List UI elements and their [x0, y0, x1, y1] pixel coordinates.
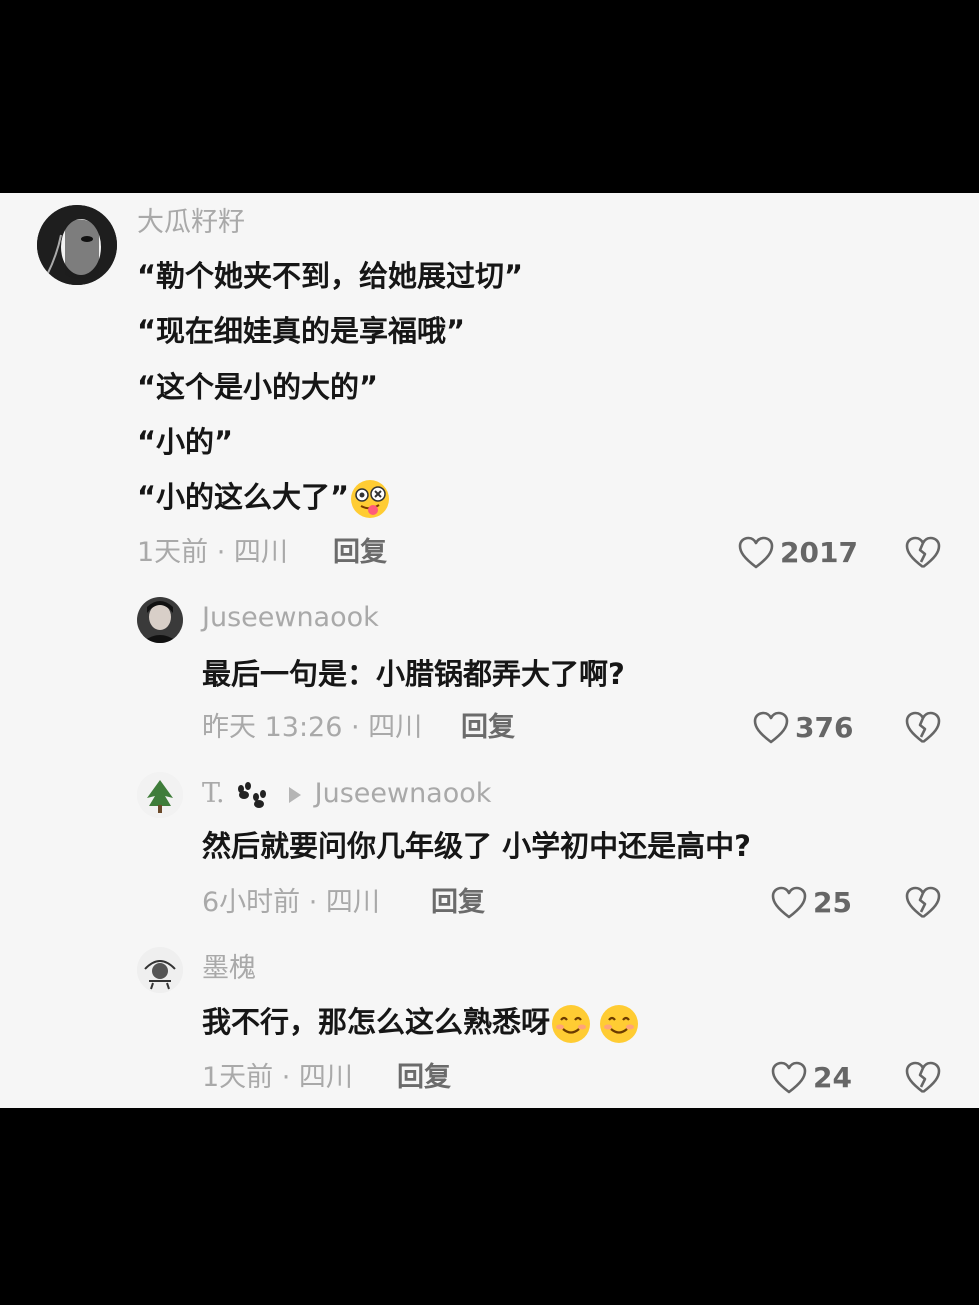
avatar[interactable]: [137, 947, 183, 993]
heart-icon: [771, 886, 807, 919]
broken-heart-icon[interactable]: [905, 1061, 941, 1095]
comment-meta: 昨天 13:26 · 四川: [202, 712, 423, 743]
comment-text: “小的这么大了”: [137, 480, 350, 514]
like-count: 24: [813, 1061, 852, 1094]
reply-button[interactable]: 回复: [461, 711, 515, 745]
heart-icon: [771, 1061, 807, 1094]
smiling-emoji-icon: [552, 1005, 591, 1043]
avatar[interactable]: [137, 597, 183, 643]
comment-text-line: 然后就要问你几年级了 小学初中还是高中?: [202, 829, 751, 863]
heart-icon: [753, 711, 789, 744]
comment-text-line: “勒个她夹不到，给她展过切”: [137, 259, 524, 293]
like-button[interactable]: 2017: [738, 536, 858, 570]
comment-meta: 6小时前 · 四川: [202, 887, 380, 918]
reply-button[interactable]: 回复: [431, 886, 485, 920]
comment-text: 我不行，那怎么这么熟悉呀: [202, 1005, 551, 1039]
comment-meta: 1天前 · 四川: [202, 1062, 353, 1093]
username-label[interactable]: T.: [202, 778, 225, 809]
username[interactable]: 大瓜籽籽: [137, 206, 245, 240]
comment-text-line: “这个是小的大的”: [137, 370, 379, 404]
heart-icon: [738, 536, 774, 569]
comment-text-line: “小的”: [137, 425, 234, 459]
dizzy-tongue-emoji-icon: [351, 480, 390, 518]
comment-text-line: “现在细娃真的是享福哦”: [137, 314, 466, 348]
comment-text-line: 最后一句是：小腊锅都弄大了啊?: [202, 657, 625, 691]
like-button[interactable]: 24: [771, 1061, 852, 1095]
reply-button[interactable]: 回复: [397, 1061, 451, 1095]
smiling-emoji-icon: [600, 1005, 639, 1043]
comment-meta: 1天前 · 四川: [137, 537, 288, 568]
broken-heart-icon[interactable]: [905, 711, 941, 745]
like-count: 376: [795, 711, 854, 744]
reply-button[interactable]: 回复: [333, 536, 387, 570]
like-count: 25: [813, 886, 852, 919]
comment-panel: 大瓜籽籽 “勒个她夹不到，给她展过切” “现在细娃真的是享福哦” “这个是小的大…: [0, 193, 979, 1108]
reply-to-username[interactable]: Juseewnaook: [315, 778, 492, 809]
reply-arrow-icon: [288, 786, 301, 803]
username[interactable]: 墨槐: [202, 952, 256, 986]
comment-text-line: 我不行，那怎么这么熟悉呀: [202, 1002, 640, 1045]
avatar[interactable]: [137, 772, 183, 818]
avatar[interactable]: [37, 205, 117, 285]
like-button[interactable]: 25: [771, 886, 852, 920]
broken-heart-icon[interactable]: [905, 536, 941, 570]
like-count: 2017: [780, 536, 858, 569]
username: T. Juseewnaook: [202, 777, 491, 811]
comment-text-line: “小的这么大了”: [137, 477, 391, 520]
like-button[interactable]: 376: [753, 711, 853, 745]
paw-icon: [237, 781, 266, 808]
broken-heart-icon[interactable]: [905, 886, 941, 920]
username[interactable]: Juseewnaook: [202, 601, 379, 635]
